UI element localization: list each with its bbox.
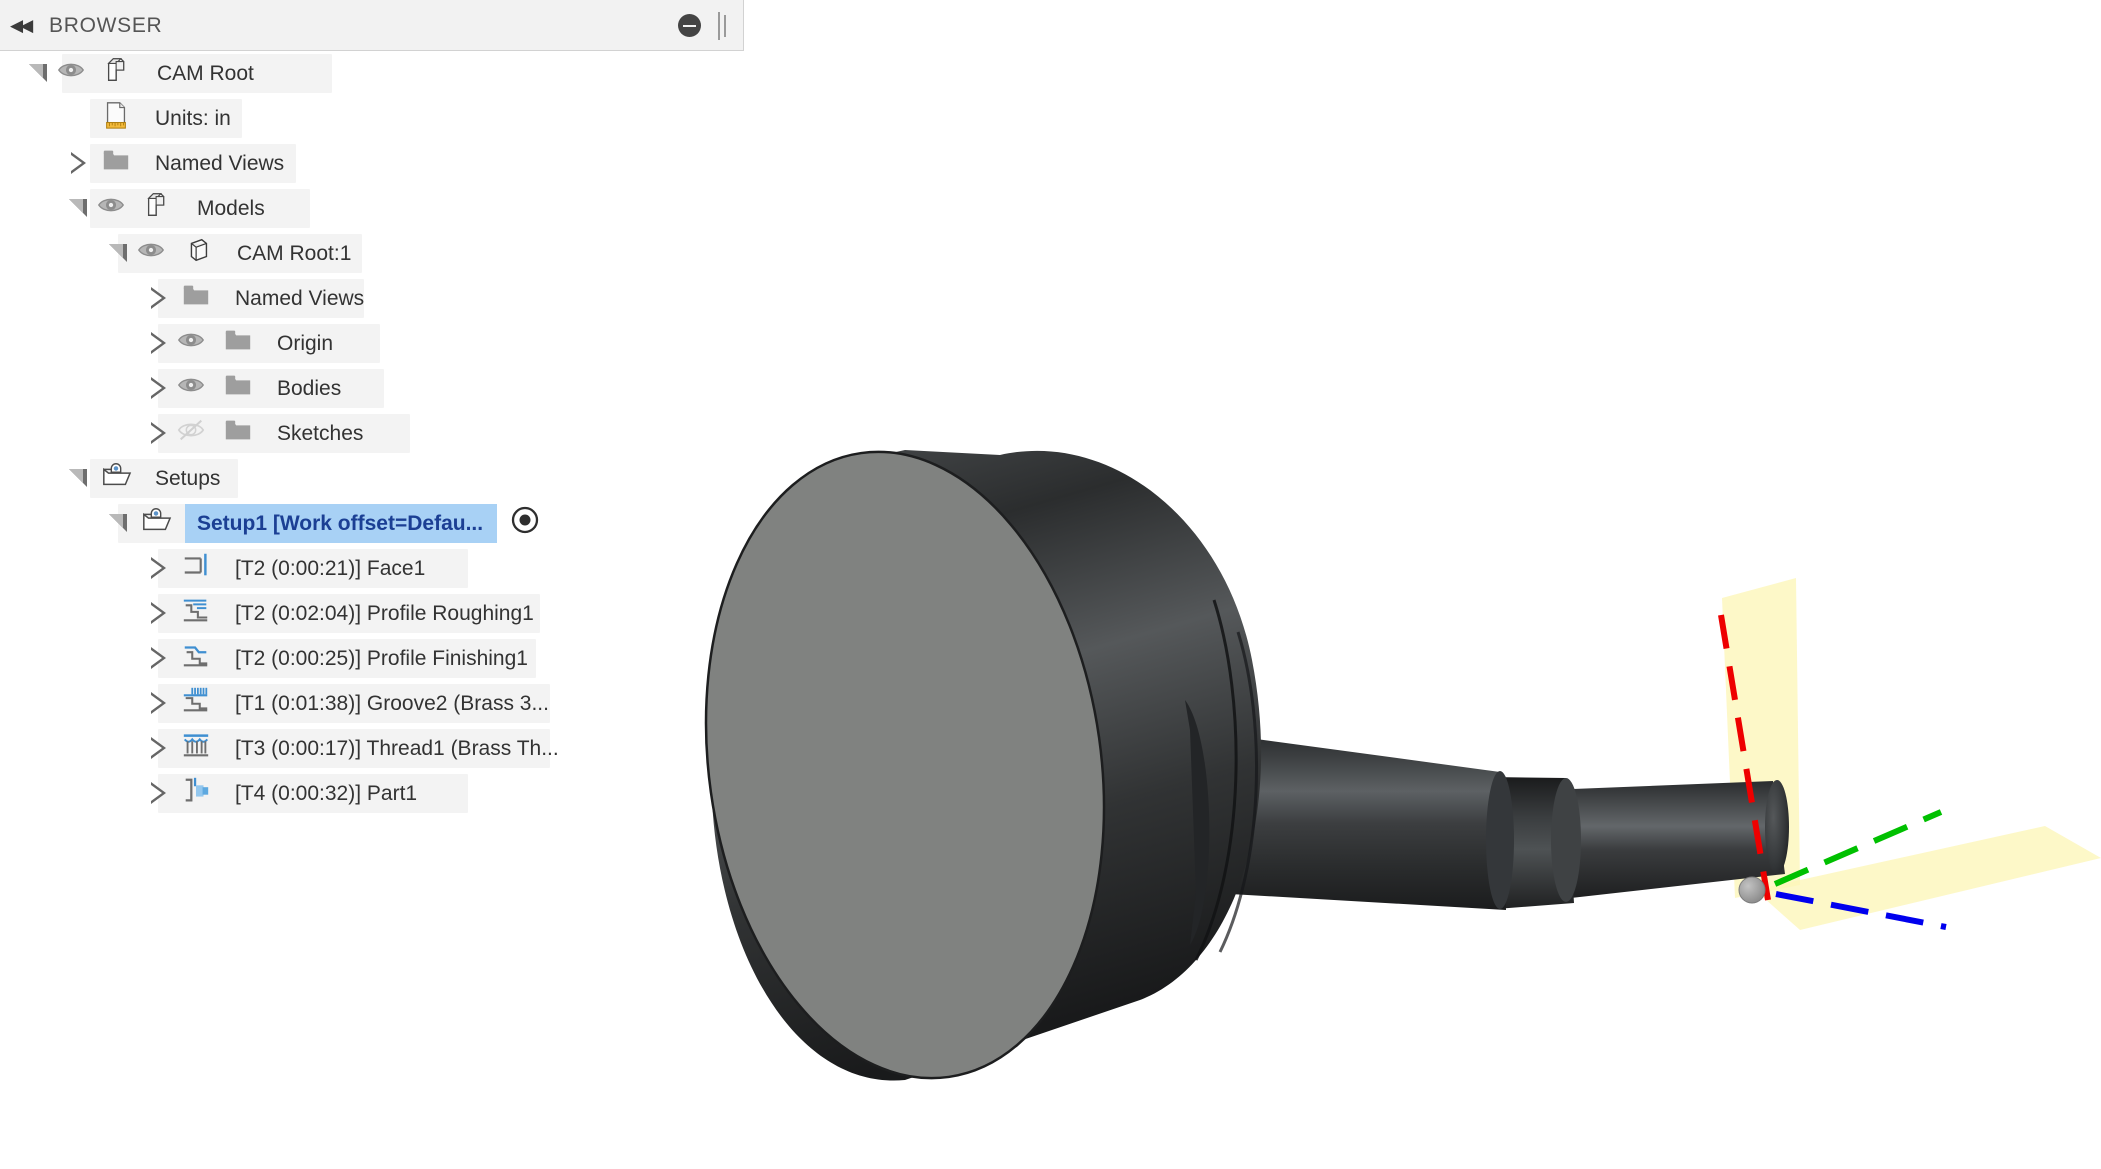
tree-row-label: Sketches [277,422,364,445]
tree-row-label: [T2 (0:00:21)] Face1 [235,557,426,580]
expand-caret-closed-icon[interactable] [142,411,176,456]
tree-row-cam-root[interactable]: CAM Root [0,51,746,96]
expand-caret-open-icon[interactable] [102,501,136,546]
tree-row-label: Bodies [277,377,342,400]
tree-row-label: [T1 (0:01:38)] Groove2 (Brass 3... [235,692,549,715]
tree-row-label: [T4 (0:00:32)] Part1 [235,782,418,805]
eye-visible-icon[interactable] [96,182,138,235]
tree-row-named-views-root[interactable]: Named Views [0,141,746,186]
expand-caret-closed-icon[interactable] [142,276,176,321]
expand-caret-closed-icon[interactable] [142,726,176,771]
tree-indent-spacer [0,726,142,771]
expand-caret-closed-icon[interactable] [142,321,176,366]
tree-row-models[interactable]: Models [0,186,746,231]
tree-row-cam-root-1[interactable]: CAM Root:1 [0,231,746,276]
expand-caret-closed-icon[interactable] [142,771,176,816]
tree-indent-spacer [0,231,102,276]
tree-indent-spacer [0,636,142,681]
active-setup-target-icon[interactable] [497,498,555,549]
groove-ring-edge-right [1551,778,1581,902]
tree-indent-spacer [0,141,62,186]
browser-panel: ◀◀ BROWSER CAM Root Units: in Named Views M… [0,0,746,1169]
expand-caret-closed-icon[interactable] [142,546,176,591]
tree-indent-spacer [0,276,142,321]
tree-row-label: Named Views [155,152,285,175]
tree-row-profile-finishing1[interactable]: [T2 (0:00:25)] Profile Finishing1 [0,636,746,681]
expand-caret-closed-icon[interactable] [142,591,176,636]
expand-caret-open-icon[interactable] [102,231,136,276]
op-part-icon [176,767,225,820]
expand-caret-closed-icon[interactable] [62,141,96,186]
tree-row-bodies[interactable]: Bodies [0,366,746,411]
tree-row-groove2[interactable]: [T1 (0:01:38)] Groove2 (Brass 3... [0,681,746,726]
tree-indent-spacer [0,186,62,231]
tree-indent-spacer [0,501,102,546]
expand-caret-closed-icon[interactable] [142,366,176,411]
tree-indent-spacer [0,96,62,141]
tree-row-setup1[interactable]: Setup1 [Work offset=Defau... [0,501,746,546]
tree-row-sketches[interactable]: Sketches [0,411,746,456]
tree-row-label: [T2 (0:02:04)] Profile Roughing1 [235,602,534,625]
tree-row-label: Origin [277,332,334,355]
tree-indent-spacer [0,771,142,816]
shaft-main-right-edge [1486,771,1514,909]
expand-caret-open-icon[interactable] [22,51,56,96]
tree-indent-spacer [0,546,142,591]
eye-visible-icon[interactable] [56,47,98,100]
tree-row-label: Named Views [235,287,365,310]
tree-row-label: [T3 (0:00:17)] Thread1 (Brass Th... [235,737,559,760]
tree-row-label: Models [197,197,265,220]
origin-point-marker [1738,876,1766,904]
tree-row-named-views-sub[interactable]: Named Views [0,276,746,321]
tree-row-label: CAM Root [157,62,254,85]
origin-plane-horizontal [1755,826,2101,930]
tree-indent-spacer [0,411,142,456]
minus-circle-icon[interactable] [678,14,701,37]
shaft-end-face [1765,780,1789,874]
tree-indent-spacer [0,591,142,636]
expand-caret-open-icon[interactable] [62,456,96,501]
part-body[interactable] [667,426,1789,1104]
tree-row-setups[interactable]: Setups [0,456,746,501]
tree-row-units[interactable]: Units: in [0,96,746,141]
origin-planes [1722,578,2101,930]
expand-caret-closed-icon[interactable] [142,681,176,726]
browser-tree: CAM Root Units: in Named Views Models CAM Ro… [0,51,746,816]
tree-indent-spacer [0,681,142,726]
eye-visible-icon[interactable] [136,227,178,280]
panel-resize-grip-icon[interactable] [717,12,731,40]
caret-placeholder [62,96,96,141]
folder-icon [218,407,267,460]
tree-indent-spacer [0,366,142,411]
eye-hidden-icon[interactable] [176,407,218,460]
tree-indent-spacer [0,321,142,366]
expand-caret-closed-icon[interactable] [142,636,176,681]
tree-row-label: Setup1 [Work offset=Defau... [185,504,498,543]
tree-row-label: Setups [155,467,221,490]
tree-row-profile-roughing1[interactable]: [T2 (0:02:04)] Profile Roughing1 [0,591,746,636]
collapse-panel-icon[interactable]: ◀◀ [10,16,40,36]
tree-row-origin[interactable]: Origin [0,321,746,366]
panel-title: BROWSER [49,14,163,37]
browser-panel-header: ◀◀ BROWSER [0,0,744,51]
tree-row-label: CAM Root:1 [237,242,352,265]
tree-row-face1[interactable]: [T2 (0:00:21)] Face1 [0,546,746,591]
tree-row-label: [T2 (0:00:25)] Profile Finishing1 [235,647,528,670]
expand-caret-open-icon[interactable] [62,186,96,231]
tree-row-label: Units: in [155,107,231,130]
tree-row-thread1[interactable]: [T3 (0:00:17)] Thread1 (Brass Th... [0,726,746,771]
tree-indent-spacer [0,456,62,501]
tree-indent-spacer [0,51,22,96]
tree-row-part1[interactable]: [T4 (0:00:32)] Part1 [0,771,746,816]
